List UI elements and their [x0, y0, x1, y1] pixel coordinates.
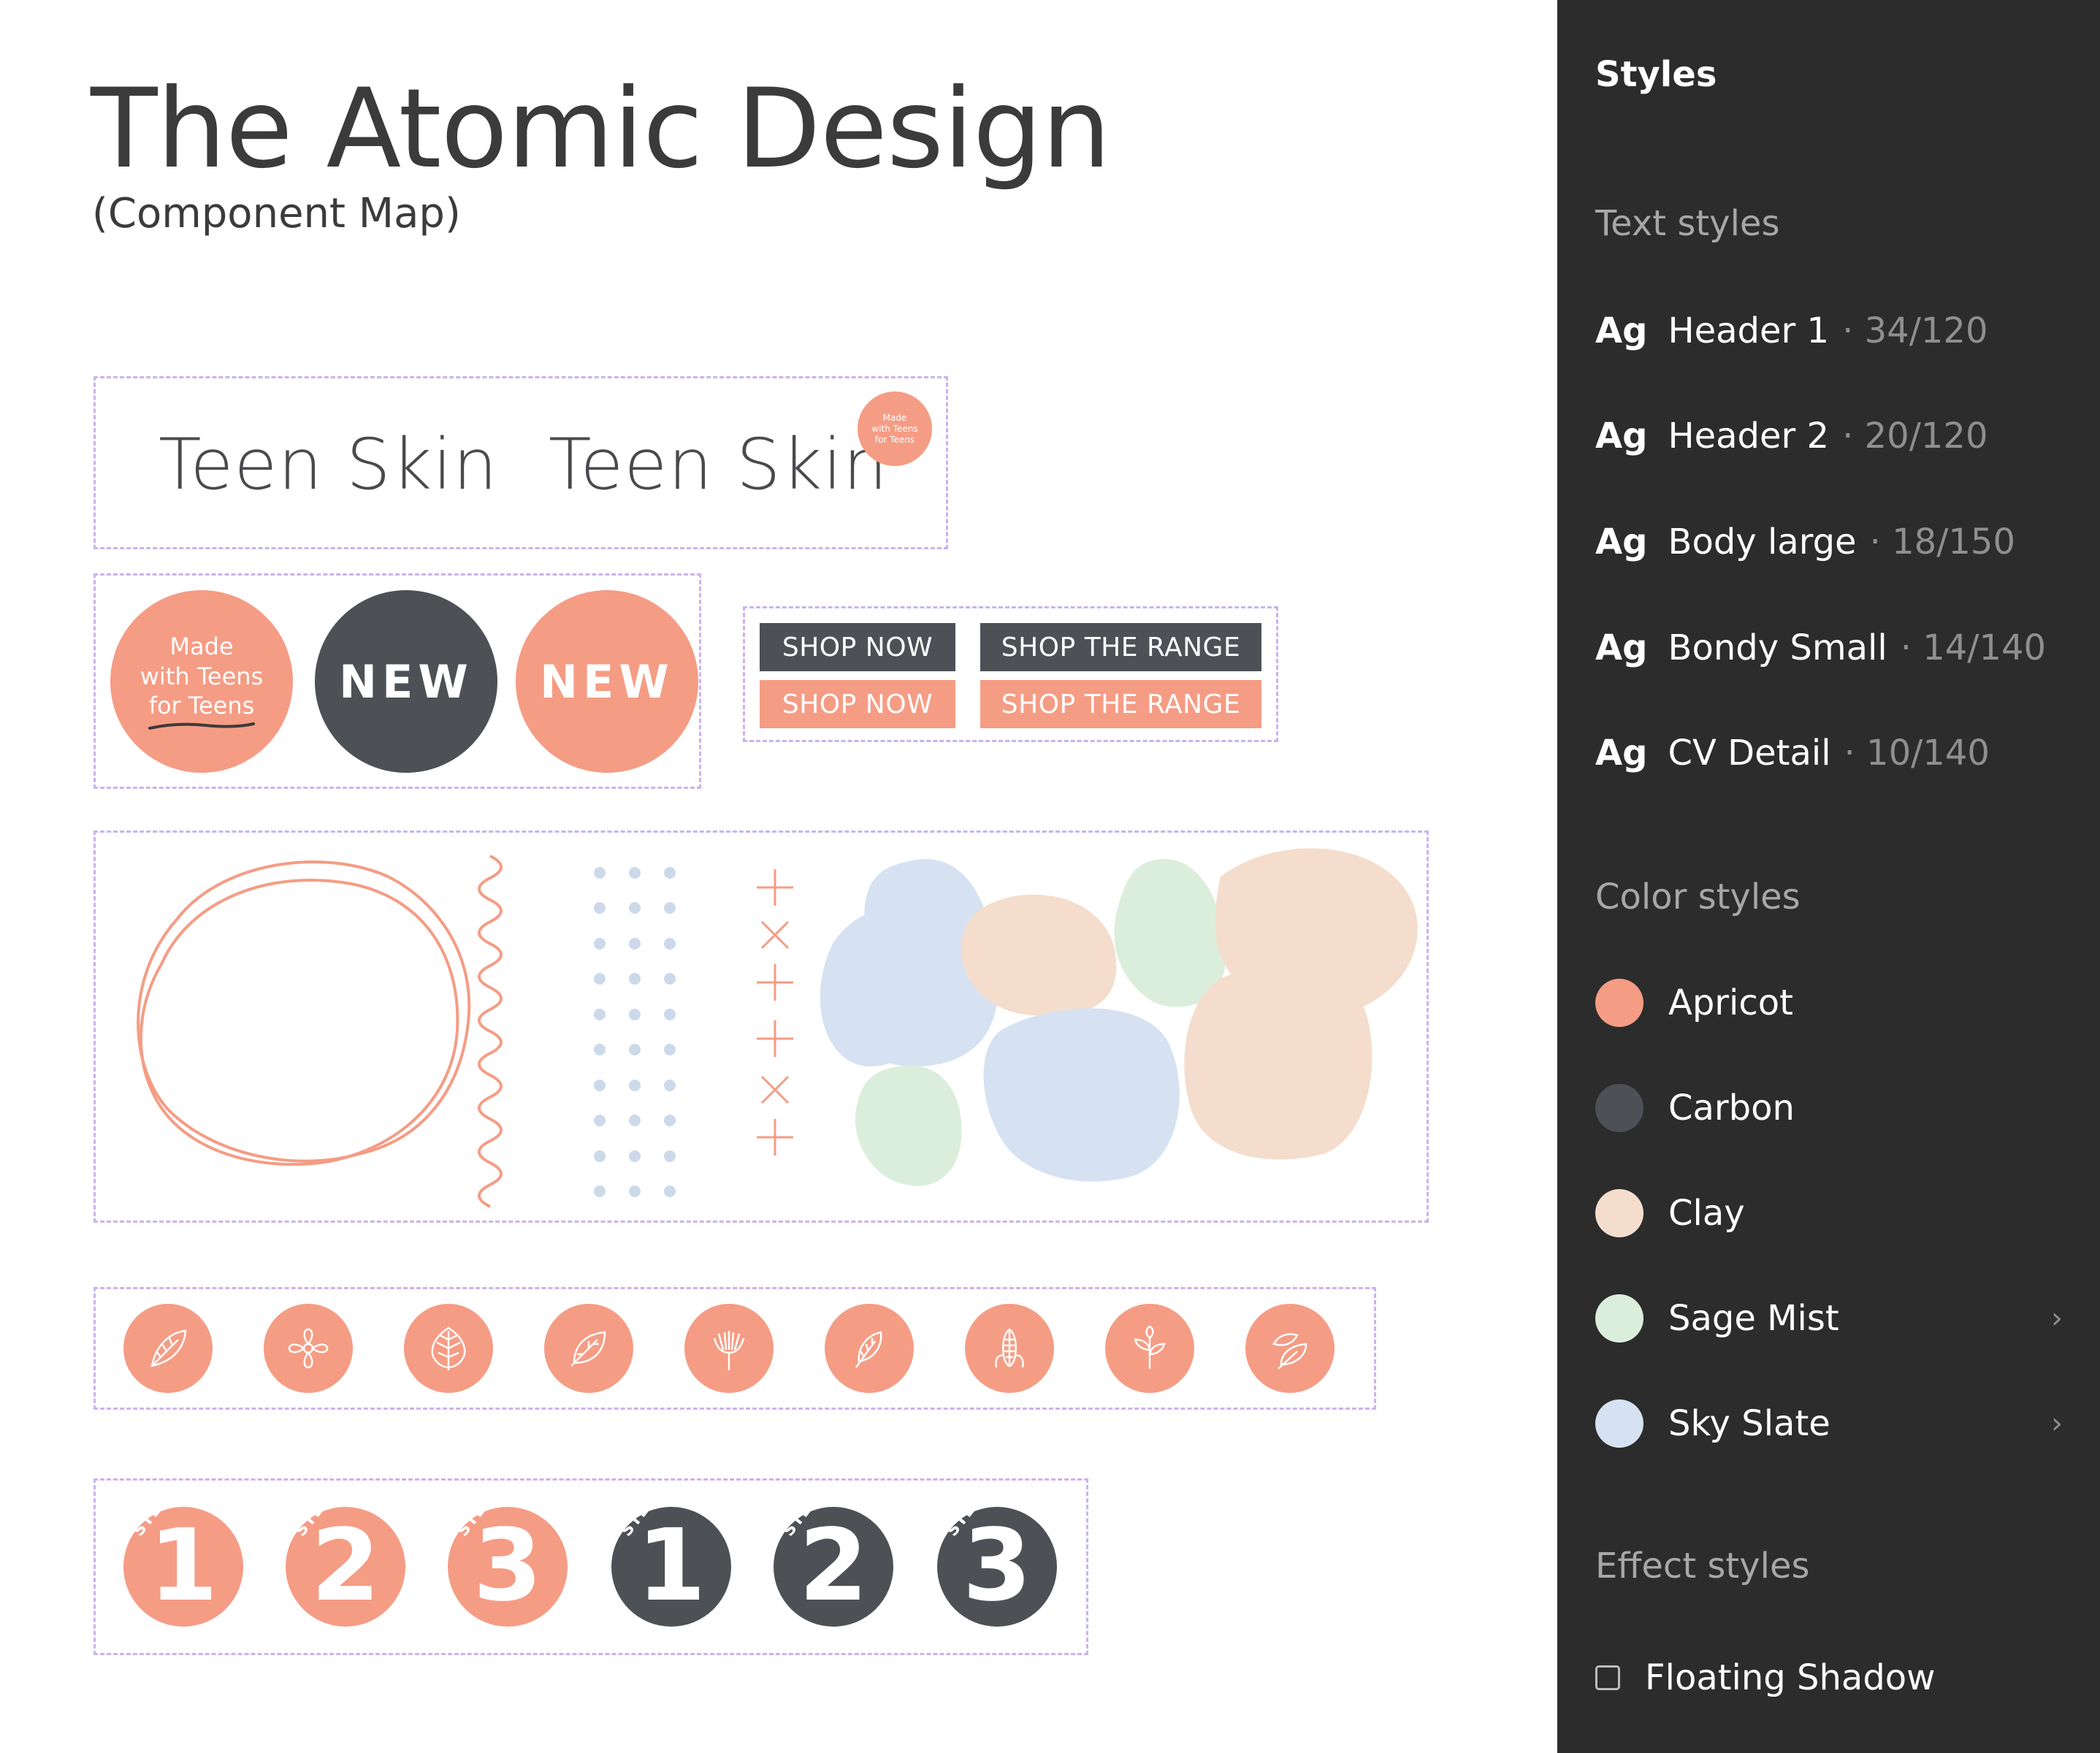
- step-number: 1: [148, 1508, 218, 1624]
- text-style-name: Bondy Small: [1668, 627, 1887, 668]
- text-style-name: Header 2: [1668, 416, 1830, 457]
- buttons-frame[interactable]: SHOP NOW SHOP THE RANGE SHOP NOW SHOP TH…: [743, 606, 1278, 742]
- leaf-icon[interactable]: [123, 1304, 213, 1393]
- new-badge-apricot[interactable]: NEW: [516, 590, 698, 773]
- logo-wordmark: Teen Skin: [159, 424, 498, 505]
- color-swatch: [1595, 1294, 1643, 1343]
- steps-frame[interactable]: STEP 1 STEP 2 STEP 3 STEP 1 STEP 2 STEP …: [93, 1478, 1088, 1655]
- text-style-spec: · 14/140: [1900, 627, 2047, 668]
- text-styles-heading: Text styles: [1595, 203, 1780, 244]
- maple-leaf-icon[interactable]: [404, 1304, 493, 1393]
- text-style-name: Header 1: [1668, 310, 1830, 351]
- step-2-badge-apricot[interactable]: STEP 2: [286, 1491, 405, 1627]
- patterns-frame[interactable]: [93, 830, 1429, 1223]
- page-subtitle: (Component Map): [92, 190, 461, 237]
- text-style-preview: Ag: [1595, 522, 1648, 562]
- dandelion-icon[interactable]: [684, 1304, 774, 1393]
- page-title: The Atomic Design: [91, 66, 1111, 193]
- hand-drawn-circle-icon: [137, 860, 471, 1166]
- color-style-item[interactable]: Sky Slate ›: [1595, 1398, 2063, 1449]
- text-style-item[interactable]: Ag CV Detail · 10/140: [1595, 727, 1990, 779]
- shop-the-range-button-dark[interactable]: SHOP THE RANGE: [980, 623, 1261, 671]
- shop-now-button-apricot[interactable]: SHOP NOW: [760, 680, 955, 728]
- effect-style-name: Floating Shadow: [1645, 1657, 1936, 1698]
- color-style-name: Sky Slate: [1668, 1403, 1830, 1444]
- step-1-badge-carbon[interactable]: STEP 1: [611, 1491, 731, 1627]
- color-style-name: Sage Mist: [1668, 1298, 1839, 1339]
- corn-icon[interactable]: [965, 1304, 1054, 1393]
- effect-styles-heading: Effect styles: [1595, 1546, 1810, 1586]
- text-style-spec: · 18/150: [1869, 522, 2015, 562]
- text-style-preview: Ag: [1595, 310, 1648, 351]
- text-style-item[interactable]: Ag Header 2 · 20/120: [1595, 410, 1988, 462]
- color-swatch: [1595, 979, 1643, 1027]
- color-style-item[interactable]: Clay: [1595, 1188, 2063, 1239]
- step-3-badge-apricot[interactable]: STEP 3: [448, 1491, 568, 1627]
- text-style-preview: Ag: [1595, 416, 1648, 457]
- mini-made-with-teens-badge: Made with Teens for Teens: [858, 392, 932, 466]
- wavy-line-icon: [478, 855, 503, 1208]
- badges-frame[interactable]: Made with Teens for Teens NEW NEW: [93, 573, 701, 789]
- leaf-veined-icon[interactable]: [544, 1304, 633, 1393]
- color-swatch: [1595, 1084, 1643, 1132]
- text-style-spec: · 20/120: [1842, 416, 1988, 457]
- sidebar-title: Styles: [1595, 54, 1717, 95]
- text-style-item[interactable]: Ag Bondy Small · 14/140: [1595, 622, 2046, 673]
- text-style-spec: · 34/120: [1842, 310, 1988, 351]
- shop-the-range-button-apricot[interactable]: SHOP THE RANGE: [980, 680, 1261, 728]
- badge-line: for Teens: [148, 692, 255, 720]
- chevron-right-icon[interactable]: ›: [2051, 1302, 2063, 1335]
- text-style-name: CV Detail: [1668, 733, 1831, 774]
- organic-blob-shapes-icon: [820, 848, 1418, 1186]
- mini-badge-line: for Teens: [874, 434, 915, 445]
- color-style-name: Carbon: [1668, 1088, 1795, 1128]
- step-2-badge-carbon[interactable]: STEP 2: [774, 1491, 893, 1627]
- icons-frame[interactable]: [93, 1287, 1376, 1410]
- text-style-spec: · 10/140: [1844, 733, 1990, 774]
- color-style-name: Clay: [1668, 1193, 1745, 1234]
- mini-badge-line: Made: [882, 412, 907, 423]
- text-style-preview: Ag: [1595, 627, 1648, 668]
- step-number: 3: [473, 1508, 543, 1624]
- logos-frame[interactable]: Teen Skin Teen Skin Made with Teens for …: [93, 376, 948, 549]
- sprout-icon[interactable]: [1105, 1304, 1194, 1393]
- leaves-icon[interactable]: [1245, 1304, 1335, 1393]
- step-number: 1: [636, 1508, 706, 1624]
- step-number: 2: [310, 1508, 381, 1624]
- dot-grid-icon: [594, 867, 676, 1197]
- flower-icon[interactable]: [264, 1304, 353, 1393]
- chevron-right-icon[interactable]: ›: [2051, 1407, 2063, 1440]
- badge-line: with Teens: [140, 662, 264, 690]
- color-style-item[interactable]: Sage Mist ›: [1595, 1293, 2063, 1344]
- color-styles-heading: Color styles: [1595, 876, 1801, 917]
- color-style-item[interactable]: Apricot: [1595, 977, 2063, 1028]
- mini-badge-line: with Teens: [871, 423, 918, 434]
- text-style-name: Body large: [1668, 522, 1857, 562]
- shop-now-button-dark[interactable]: SHOP NOW: [760, 623, 955, 671]
- made-with-teens-badge[interactable]: Made with Teens for Teens: [110, 590, 293, 773]
- color-swatch: [1595, 1189, 1643, 1237]
- feather-icon[interactable]: [825, 1304, 914, 1393]
- text-style-item[interactable]: Ag Header 1 · 34/120: [1595, 305, 1988, 356]
- color-style-name: Apricot: [1668, 982, 1793, 1023]
- step-3-badge-carbon[interactable]: STEP 3: [937, 1491, 1057, 1627]
- effect-style-item[interactable]: Floating Shadow: [1595, 1652, 1935, 1703]
- design-canvas[interactable]: The Atomic Design (Component Map) Teen S…: [0, 0, 1557, 1753]
- color-style-item[interactable]: Carbon: [1595, 1082, 2063, 1134]
- effect-checkbox-icon[interactable]: [1595, 1665, 1620, 1690]
- new-badge-carbon[interactable]: NEW: [315, 590, 497, 773]
- squiggle-underline-icon: [148, 722, 255, 730]
- step-1-badge-apricot[interactable]: STEP 1: [123, 1491, 243, 1627]
- text-style-item[interactable]: Ag Body large · 18/150: [1595, 516, 2015, 568]
- logo-wordmark-with-badge: Teen Skin: [549, 424, 888, 505]
- color-swatch: [1595, 1399, 1643, 1448]
- text-style-preview: Ag: [1595, 733, 1648, 774]
- plus-cross-pattern-icon: [757, 869, 793, 1156]
- badge-line: Made: [169, 632, 234, 660]
- step-number: 3: [962, 1508, 1032, 1624]
- styles-sidebar[interactable]: Styles Text styles Ag Header 1 · 34/120 …: [1557, 0, 2100, 1753]
- step-number: 2: [798, 1508, 868, 1624]
- decorative-patterns: [137, 848, 1418, 1208]
